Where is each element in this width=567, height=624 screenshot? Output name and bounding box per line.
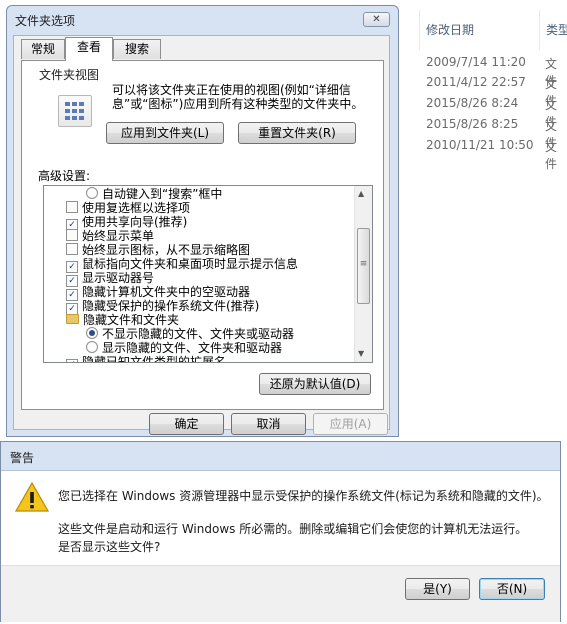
folder-views-description: 可以将该文件夹正在使用的视图(例如“详细信息”或“图标”)应用到所有这种类型的文…: [112, 83, 364, 111]
column-header-date[interactable]: 修改日期: [419, 10, 539, 50]
setting-row[interactable]: ✓ 鼠标指向文件夹和桌面项时显示提示信息: [66, 257, 299, 273]
setting-row[interactable]: ✓ 隐藏计算机文件夹中的空驱动器: [66, 285, 251, 301]
scroll-up-arrow-icon[interactable]: ▲: [358, 189, 364, 198]
no-button[interactable]: 否(N): [479, 578, 545, 600]
warning-message-line1: 您已选择在 Windows 资源管理器中显示受保护的操作系统文件(标记为系统和隐…: [58, 489, 549, 503]
folder-options-client-area: 常规 查看 搜索 文件夹视图 可以将该文件夹正在使用的视图(例如“详细信息”或“…: [6, 5, 399, 437]
setting-label: 隐藏已知文件类型的扩展名: [82, 355, 227, 363]
setting-label: 始终显示菜单: [82, 229, 155, 243]
file-date: 2010/11/21 10:50: [426, 138, 534, 152]
checkbox[interactable]: [66, 201, 78, 213]
warning-icon: [14, 481, 50, 512]
file-type: 文件: [545, 140, 558, 171]
radio-button[interactable]: [86, 187, 98, 199]
setting-label: 鼠标指向文件夹和桌面项时显示提示信息: [82, 257, 299, 271]
file-date: 2009/7/14 11:20: [426, 55, 526, 69]
vertical-scrollbar[interactable]: ▲ ≡ ▼: [354, 186, 372, 362]
cancel-button[interactable]: 取消: [231, 413, 306, 435]
yes-button[interactable]: 是(Y): [405, 578, 470, 600]
file-date: 2011/4/12 22:57: [426, 75, 526, 89]
setting-row[interactable]: 使用复选框以选择项: [66, 201, 190, 215]
setting-label: 隐藏受保护的操作系统文件(推荐): [82, 299, 260, 313]
column-header-type[interactable]: 类型: [539, 10, 567, 50]
setting-label: 隐藏文件和文件夹: [83, 313, 180, 327]
setting-row[interactable]: 自动键入到“搜索”框中: [86, 187, 222, 201]
checkbox[interactable]: [66, 229, 78, 241]
setting-row[interactable]: 始终显示菜单: [66, 229, 154, 243]
tab-general[interactable]: 常规: [21, 39, 65, 59]
setting-label: 使用共享向导(推荐): [82, 215, 188, 229]
setting-group-row: 隐藏文件和文件夹: [66, 313, 179, 327]
advanced-settings-label: 高级设置:: [38, 169, 91, 183]
radio-button-selected[interactable]: [86, 327, 98, 339]
tab-view[interactable]: 查看: [65, 37, 113, 61]
setting-label: 显示驱动器号: [82, 271, 155, 285]
setting-row[interactable]: 显示隐藏的文件、文件夹和驱动器: [86, 341, 282, 355]
setting-row[interactable]: ✓ 隐藏受保护的操作系统文件(推荐): [66, 299, 260, 315]
warning-message-line3: 是否显示这些文件?: [58, 540, 161, 554]
scroll-down-arrow-icon[interactable]: ▼: [358, 349, 364, 358]
ok-button[interactable]: 确定: [149, 413, 224, 435]
reset-folders-button[interactable]: 重置文件夹(R): [238, 122, 356, 144]
warning-title-bar: 警告: [1, 442, 560, 471]
setting-row[interactable]: 不显示隐藏的文件、文件夹或驱动器: [86, 327, 294, 341]
setting-row[interactable]: ✓ 隐藏已知文件类型的扩展名: [66, 355, 227, 363]
folder-icon: [66, 314, 79, 324]
grid-icon: [65, 102, 84, 120]
checkbox-checked[interactable]: ✓: [66, 359, 78, 362]
scrollbar-thumb[interactable]: ≡: [357, 228, 370, 304]
restore-defaults-button[interactable]: 还原为默认值(D): [259, 373, 371, 395]
folder-views-legend: 文件夹视图: [36, 66, 103, 83]
setting-row[interactable]: 始终显示图标，从不显示缩略图: [66, 243, 250, 257]
setting-label: 使用复选框以选择项: [82, 201, 191, 215]
checkbox[interactable]: [66, 243, 78, 255]
warning-message-line2: 这些文件是启动和运行 Windows 所必需的。删除或编辑它们会使您的计算机无法…: [58, 522, 528, 536]
folder-view-icon: [58, 95, 92, 127]
advanced-settings-list[interactable]: 自动键入到“搜索”框中 使用复选框以选择项 ✓ 使用共享向导(推荐) 始终显示菜单…: [43, 185, 373, 363]
file-date: 2015/8/26 8:25: [426, 117, 519, 131]
apply-button: 应用(A): [313, 413, 388, 435]
radio-button[interactable]: [86, 341, 98, 353]
warning-button-bar: [1, 565, 560, 622]
warning-title: 警告: [10, 451, 35, 465]
setting-label: 显示隐藏的文件、文件夹和驱动器: [102, 341, 283, 355]
setting-row[interactable]: ✓ 使用共享向导(推荐): [66, 215, 188, 231]
setting-row[interactable]: ✓ 显示驱动器号: [66, 271, 155, 287]
apply-to-folders-button[interactable]: 应用到文件夹(L): [106, 122, 224, 144]
file-date: 2015/8/26 8:24: [426, 96, 519, 110]
setting-label: 自动键入到“搜索”框中: [102, 187, 223, 201]
tab-search[interactable]: 搜索: [113, 39, 161, 59]
setting-label: 隐藏计算机文件夹中的空驱动器: [82, 285, 251, 299]
setting-label: 始终显示图标，从不显示缩略图: [82, 243, 251, 257]
setting-label: 不显示隐藏的文件、文件夹或驱动器: [102, 327, 295, 341]
